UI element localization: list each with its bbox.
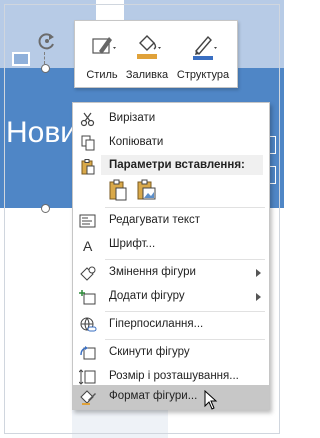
mini-toolbar: Стиль Заливка Структура (74, 20, 238, 88)
paste-keep-formatting-icon[interactable] (107, 179, 129, 201)
submenu-arrow-icon (256, 269, 261, 277)
copy-icon (81, 135, 95, 151)
outline-label: Структура (176, 69, 230, 81)
add-shape-icon (79, 290, 96, 305)
menu-item-add-shape[interactable]: Додати фігуру (73, 285, 269, 309)
menu-item-label: Формат фігури... (109, 390, 198, 402)
menu-item-reset-shape[interactable]: Скинути фігуру (73, 341, 269, 365)
context-menu: Вирізати Копіювати Параметри вставлення: (72, 102, 270, 410)
style-label: Стиль (86, 69, 118, 81)
paste-icon (81, 159, 95, 175)
menu-item-copy[interactable]: Копіювати (73, 131, 269, 155)
menu-item-label: Додати фігуру (109, 290, 185, 302)
paste-options-label: Параметри вставлення: (109, 159, 245, 171)
hyperlink-icon (80, 317, 97, 332)
menu-separator (105, 339, 265, 340)
resize-handle[interactable] (41, 204, 50, 213)
paint-bucket-icon (137, 35, 161, 59)
mouse-cursor-icon (204, 390, 218, 410)
style-button[interactable]: Стиль (79, 25, 125, 83)
scissors-icon (80, 112, 95, 127)
paste-picture-icon[interactable] (135, 179, 157, 201)
svg-text:A: A (83, 238, 93, 253)
fill-label: Заливка (125, 69, 169, 81)
menu-item-font[interactable]: A Шрифт... (73, 233, 269, 257)
shape-style-icon (92, 37, 116, 54)
menu-separator (105, 311, 265, 312)
outline-button[interactable]: Структура (173, 25, 233, 83)
format-shape-icon (80, 390, 96, 405)
menu-separator (105, 259, 265, 260)
menu-item-label: Редагувати текст (109, 214, 201, 226)
slide-title-text[interactable]: Нови (6, 116, 77, 150)
pen-outline-icon (193, 35, 217, 60)
menu-paste-options-header: Параметри вставлення: (73, 155, 269, 175)
menu-item-label: Шрифт... (109, 238, 156, 250)
menu-item-cut[interactable]: Вирізати (73, 107, 269, 131)
menu-item-edit-text[interactable]: Редагувати текст (73, 209, 269, 233)
paste-options-header-bg: Параметри вставлення: (101, 155, 263, 175)
menu-item-change-shape[interactable]: Змінення фігури (73, 261, 269, 285)
fill-button[interactable]: Заливка (123, 25, 171, 83)
menu-item-label: Вирізати (109, 112, 156, 124)
menu-separator (105, 207, 265, 208)
menu-item-label: Копіювати (109, 136, 164, 148)
rotation-connector (44, 52, 45, 64)
size-position-icon (79, 369, 96, 385)
font-icon: A (83, 238, 93, 253)
edit-text-icon (79, 214, 96, 228)
resize-handle[interactable] (41, 64, 50, 73)
change-shape-icon (80, 266, 96, 281)
submenu-arrow-icon (256, 293, 261, 301)
menu-item-format-shape[interactable]: Формат фігури... (73, 385, 269, 409)
rotate-handle-icon[interactable] (36, 30, 58, 52)
picture-placeholder-icon[interactable] (12, 52, 30, 66)
menu-item-label: Розмір і розташування... (109, 370, 239, 382)
menu-item-hyperlink[interactable]: Гіперпосилання... (73, 313, 269, 337)
menu-item-label: Змінення фігури (109, 266, 196, 278)
menu-item-label: Гіперпосилання... (109, 318, 204, 330)
reset-shape-icon (80, 346, 96, 360)
menu-item-label: Скинути фігуру (109, 346, 190, 358)
